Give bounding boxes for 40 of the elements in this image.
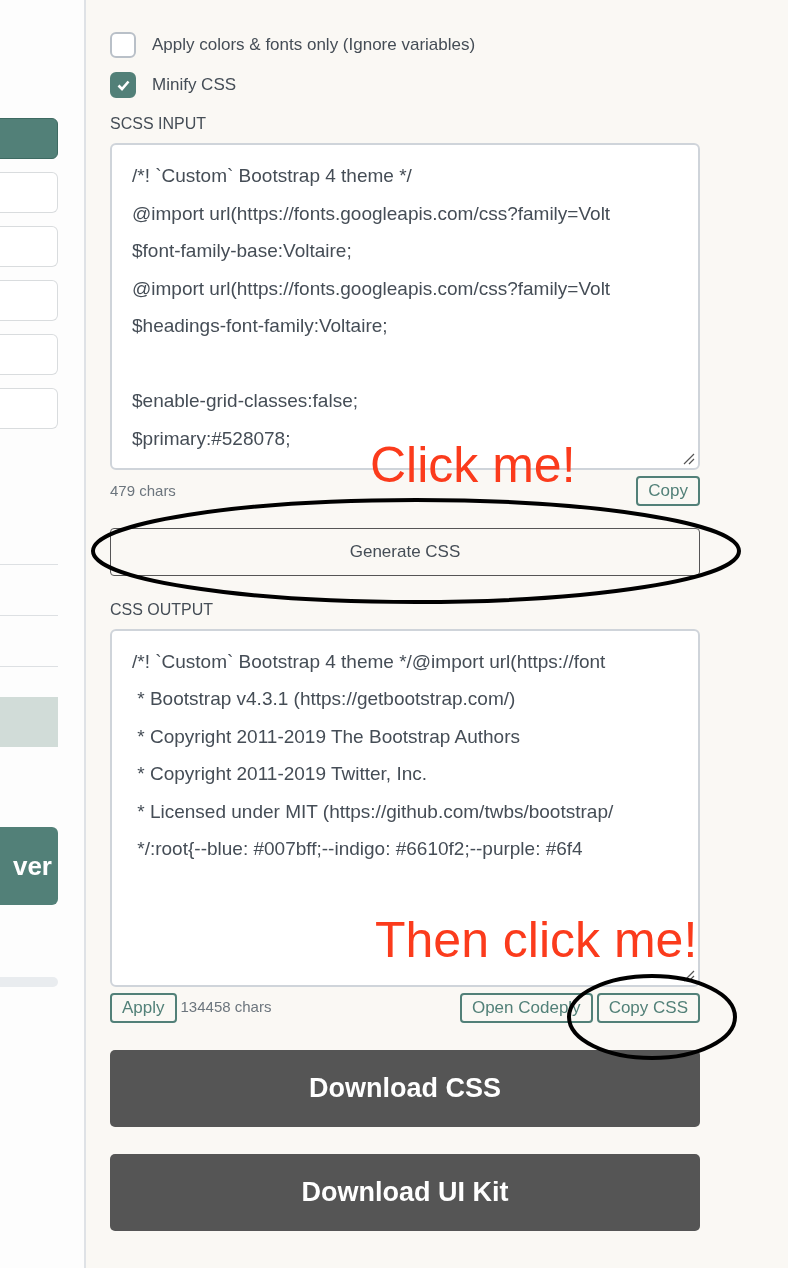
code-line: * Copyright 2011-2019 The Bootstrap Authors [136,724,521,749]
download-button[interactable]: Download UI Kit [110,1153,700,1231]
code-line: * Copyright 2011-2019 Twitter, Inc. [136,762,429,787]
code-line: @import url(https://fonts.googleapis.com/css?family=Volt [132,201,612,226]
code-line: $headings-font-family:Voltaire; [132,314,389,338]
sidebar-item[interactable] [0,697,58,747]
code-line: /*! `Custom` Bootstrap 4 theme */ [132,164,413,188]
sidebar-button[interactable]: ver [0,827,58,905]
download-button[interactable]: Download CSS [110,1049,700,1127]
code-line: * Licensed under MIT (https://github.com/twbs/bootstrap/ [136,799,615,824]
sidebar-button[interactable] [0,118,58,159]
section-label: CSS OUTPUT [110,599,215,620]
resize-grip-icon[interactable] [683,453,695,465]
code-line: @import url(https://fonts.googleapis.com/css?family=Volt [132,276,612,301]
code-line: $font-family-base:Voltaire; [132,239,353,263]
code-line: */:root{--blue: #007bff;--indigo: #6610f2;--purple: #6f4 [136,837,584,862]
code-line: * Bootstrap v4.3.1 (https://getbootstrap.com/) [136,687,517,712]
code-textarea[interactable] [110,628,700,987]
input-field[interactable] [0,226,58,267]
input-field[interactable] [0,334,58,375]
generate-button[interactable]: Generate CSS [110,528,700,576]
input-field[interactable] [0,388,58,429]
code-line: $enable-grid-classes:false; [132,389,359,413]
code-line: $primary:#528078; [132,426,292,451]
checkbox-label: Minify CSS [152,74,237,97]
annotation-text: Click me! [370,440,576,490]
checkbox[interactable] [110,72,136,98]
copy-button[interactable]: Copy [636,476,700,507]
apply-button[interactable]: Apply [110,992,177,1023]
char-count: 134458 chars [180,997,272,1018]
char-count: 479 chars [110,480,176,501]
copy-css-button[interactable]: Copy CSS [596,992,700,1023]
input-field[interactable] [0,172,58,213]
annotation-text: Then click me! [375,915,698,965]
input-field[interactable] [0,280,58,321]
section-label: SCSS INPUT [110,114,207,134]
checkbox[interactable] [110,32,136,58]
code-line: /*! `Custom` Bootstrap 4 theme */@import url(https://font [132,649,607,674]
checkbox-label: Apply colors & fonts only (Ignore variables) [152,34,476,57]
check-icon [116,79,130,91]
